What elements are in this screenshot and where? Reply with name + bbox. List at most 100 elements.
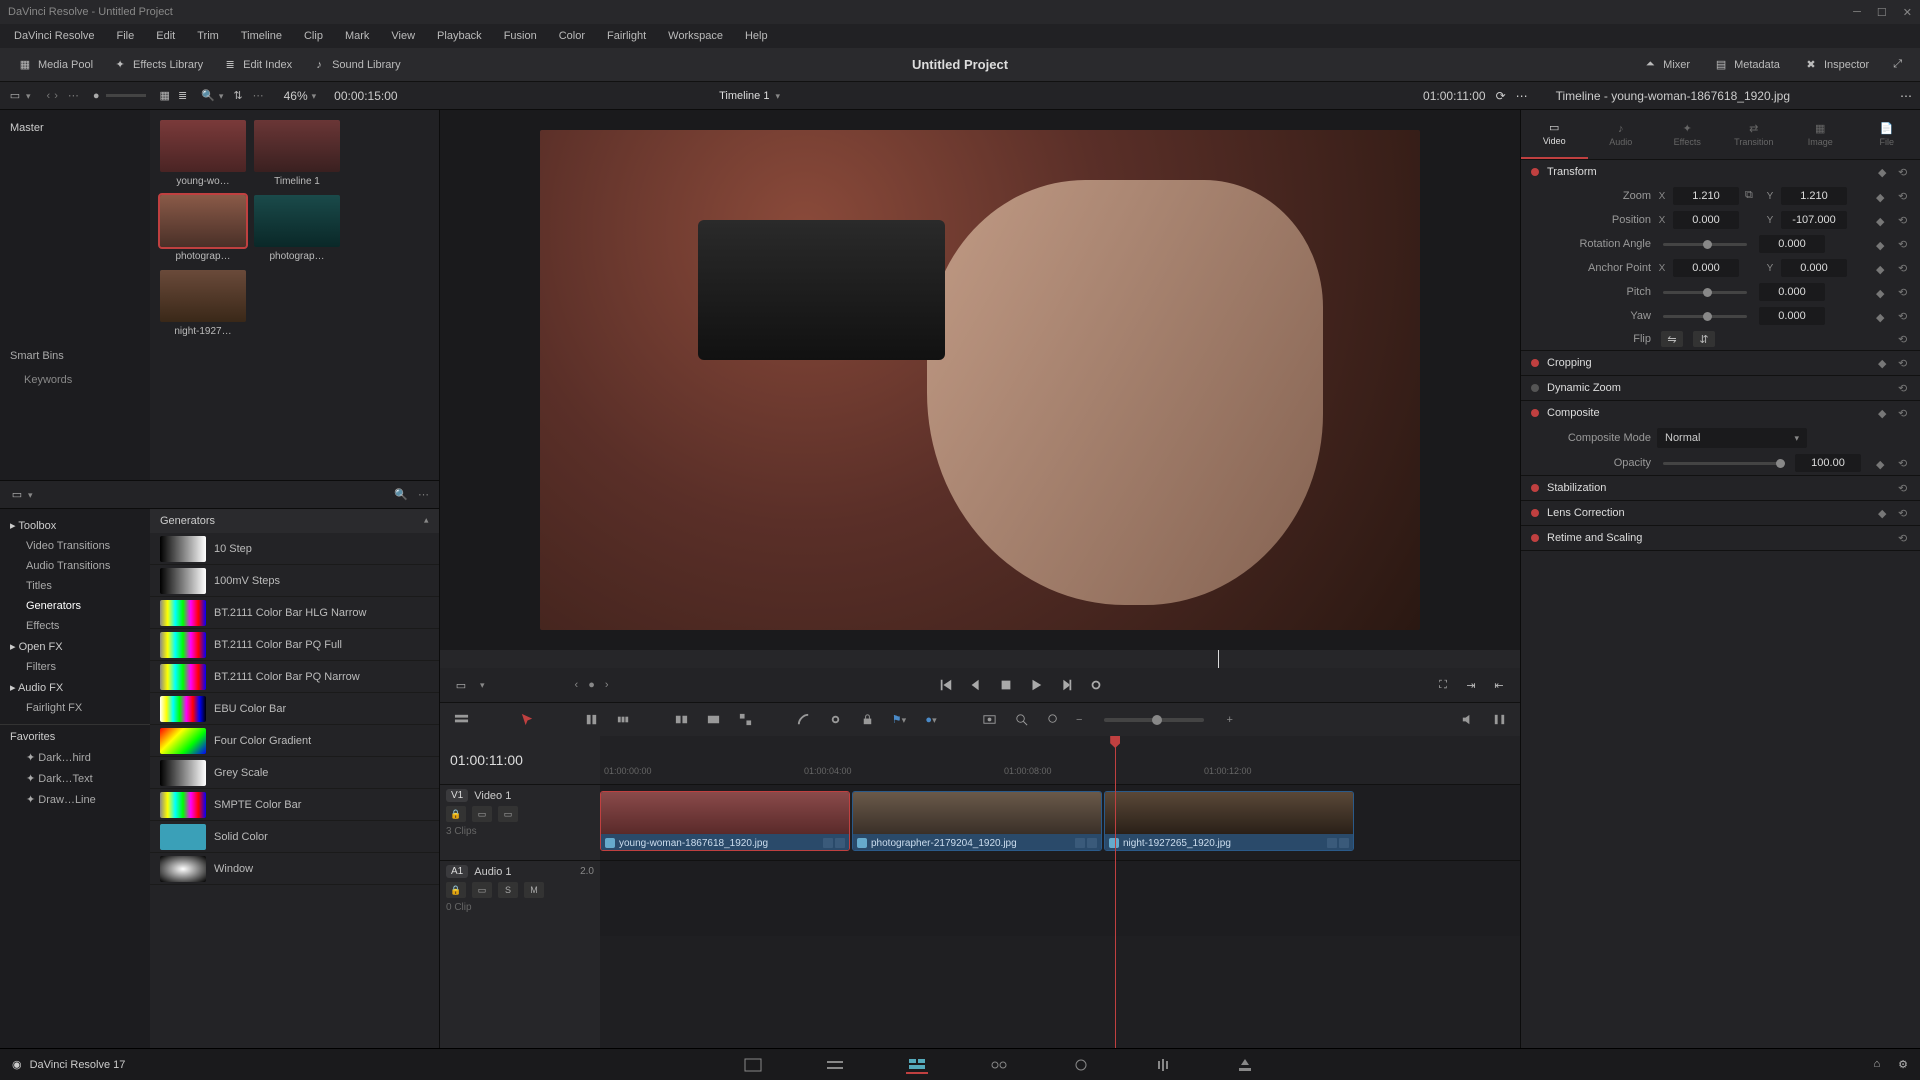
viewer-scrubber[interactable] xyxy=(440,650,1520,668)
flag-icon[interactable]: ⚑ xyxy=(890,711,908,729)
search-dropdown[interactable] xyxy=(219,90,224,102)
menu-file[interactable]: File xyxy=(107,24,145,48)
menu-dots-icon[interactable]: ⋯ xyxy=(68,89,79,102)
fx-group-header[interactable]: Generators xyxy=(150,509,439,533)
match-frame-icon[interactable]: ▭ xyxy=(452,676,470,694)
timeline-view-icon[interactable] xyxy=(452,711,470,729)
a1-mute-button[interactable]: M xyxy=(524,882,544,898)
fx-handle-icon[interactable] xyxy=(1327,838,1337,848)
opacity-slider[interactable] xyxy=(1663,462,1783,465)
thumb-size-slider[interactable] xyxy=(106,94,146,97)
menu-playback[interactable]: Playback xyxy=(427,24,492,48)
home-icon[interactable]: ⌂ xyxy=(1873,1058,1880,1071)
fx-nav-item[interactable]: Effects xyxy=(0,616,150,636)
pitch-slider[interactable] xyxy=(1663,291,1747,294)
zoom-detail-icon[interactable] xyxy=(1012,711,1030,729)
menu-fusion[interactable]: Fusion xyxy=(494,24,547,48)
match-dropdown[interactable] xyxy=(480,679,485,691)
lock-icon[interactable] xyxy=(858,711,876,729)
master-bin[interactable]: Master xyxy=(10,118,140,146)
meters-icon[interactable] xyxy=(1490,711,1508,729)
zoom-fit-icon[interactable] xyxy=(980,711,998,729)
viewer-opts-icon[interactable]: ⋯ xyxy=(1516,89,1528,103)
curve-handle-icon[interactable] xyxy=(1087,838,1097,848)
enable-dot-icon[interactable] xyxy=(1531,509,1539,517)
zoom-y-input[interactable]: 1.210 xyxy=(1781,187,1847,205)
timeline-clip[interactable]: young-woman-1867618_1920.jpg xyxy=(600,791,850,851)
marker-icon[interactable]: ● xyxy=(922,711,940,729)
flip-v-button[interactable]: ⇵ xyxy=(1693,331,1715,347)
generator-item[interactable]: Window xyxy=(150,853,439,885)
replace-clip-icon[interactable] xyxy=(736,711,754,729)
first-frame-button[interactable] xyxy=(937,676,955,694)
overwrite-clip-icon[interactable] xyxy=(704,711,722,729)
yaw-input[interactable]: 0.000 xyxy=(1759,307,1825,325)
generator-item[interactable]: EBU Color Bar xyxy=(150,693,439,725)
reset-icon[interactable]: ⟲ xyxy=(1898,457,1910,469)
track-header-a1[interactable]: A1 Audio 1 2.0 🔒 ▭ S M 0 Clip xyxy=(440,860,600,936)
inspector-tab-file[interactable]: 📄File xyxy=(1854,110,1920,159)
zoom-custom-icon[interactable] xyxy=(1044,711,1062,729)
clip-thumb[interactable]: night-1927… xyxy=(160,270,246,337)
v1-lane[interactable]: young-woman-1867618_1920.jpgphotographer… xyxy=(600,784,1520,860)
kf-icon[interactable]: ◆ xyxy=(1878,507,1890,519)
loop-button[interactable] xyxy=(1087,676,1105,694)
maximize-icon[interactable]: ☐ xyxy=(1877,6,1887,19)
dynamic-trim-tool[interactable] xyxy=(582,711,600,729)
favorite-item[interactable]: ✦ Dark…hird xyxy=(0,747,150,768)
composite-header[interactable]: Composite◆⟲ xyxy=(1521,401,1920,425)
project-settings-icon[interactable]: ⚙ xyxy=(1898,1058,1908,1071)
zoom-dropdown[interactable] xyxy=(312,90,317,102)
link-icon[interactable]: ⧉ xyxy=(1745,189,1759,203)
out-icon[interactable]: ⇥ xyxy=(1462,676,1480,694)
layout-dropdown[interactable] xyxy=(26,90,31,102)
kf-icon[interactable]: ◆ xyxy=(1876,239,1886,249)
menu-fairlight[interactable]: Fairlight xyxy=(597,24,656,48)
generator-item[interactable]: BT.2111 Color Bar HLG Narrow xyxy=(150,597,439,629)
clip-thumb[interactable]: Timeline 1 xyxy=(254,120,340,187)
viewer-zoom[interactable]: 46% xyxy=(284,89,308,103)
favorites-header[interactable]: Favorites xyxy=(0,724,150,747)
keyframe-icon[interactable]: ◆ xyxy=(1878,166,1890,178)
generator-item[interactable]: 10 Step xyxy=(150,533,439,565)
trim-tool[interactable] xyxy=(550,711,568,729)
curve-handle-icon[interactable] xyxy=(1339,838,1349,848)
kf-icon[interactable]: ◆ xyxy=(1876,215,1886,225)
nav-prev-icon[interactable]: ‹ xyxy=(47,90,51,102)
mark-dot-icon[interactable]: ● xyxy=(588,679,595,691)
kf-icon[interactable]: ◆ xyxy=(1876,311,1886,321)
zoom-in-icon[interactable]: + xyxy=(1226,714,1232,726)
options-icon[interactable]: ⋯ xyxy=(253,89,264,102)
reset-icon[interactable]: ⟲ xyxy=(1898,507,1910,519)
lens-header[interactable]: Lens Correction◆⟲ xyxy=(1521,501,1920,525)
reset-icon[interactable]: ⟲ xyxy=(1898,532,1910,544)
inspector-button[interactable]: ✖ Inspector xyxy=(1794,51,1879,79)
pos-x-input[interactable]: 0.000 xyxy=(1673,211,1739,229)
timeline-name-dropdown[interactable]: Timeline 1 xyxy=(719,90,780,102)
smart-bins-header[interactable]: Smart Bins xyxy=(10,346,140,374)
generator-item[interactable]: Grey Scale xyxy=(150,757,439,789)
kf-icon[interactable]: ◆ xyxy=(1878,407,1890,419)
fairlight-page-icon[interactable] xyxy=(1152,1056,1174,1074)
fx-nav-item[interactable]: Generators xyxy=(0,596,150,616)
a1-badge[interactable]: A1 xyxy=(446,865,468,878)
razor-icon[interactable] xyxy=(794,711,812,729)
dynamic-zoom-header[interactable]: Dynamic Zoom⟲ xyxy=(1521,376,1920,400)
reset-icon[interactable]: ⟲ xyxy=(1898,214,1910,226)
enable-dot-icon[interactable] xyxy=(1531,359,1539,367)
keywords-bin[interactable]: Keywords xyxy=(10,374,140,386)
menu-color[interactable]: Color xyxy=(549,24,595,48)
next-edit-icon[interactable]: › xyxy=(605,679,609,691)
enable-dot-icon[interactable] xyxy=(1531,409,1539,417)
a1-auto-select-icon[interactable]: ▭ xyxy=(472,882,492,898)
generator-item[interactable]: SMPTE Color Bar xyxy=(150,789,439,821)
menu-workspace[interactable]: Workspace xyxy=(658,24,733,48)
playhead[interactable] xyxy=(1115,736,1116,1048)
fx-search-icon[interactable]: 🔍 xyxy=(394,488,408,501)
kf-icon[interactable]: ◆ xyxy=(1876,287,1886,297)
clip-thumb[interactable]: young-wo… xyxy=(160,120,246,187)
insert-clip-icon[interactable] xyxy=(672,711,690,729)
sync-icon[interactable]: ⟳ xyxy=(1496,89,1506,103)
favorite-item[interactable]: ✦ Draw…Line xyxy=(0,789,150,810)
menu-view[interactable]: View xyxy=(381,24,425,48)
